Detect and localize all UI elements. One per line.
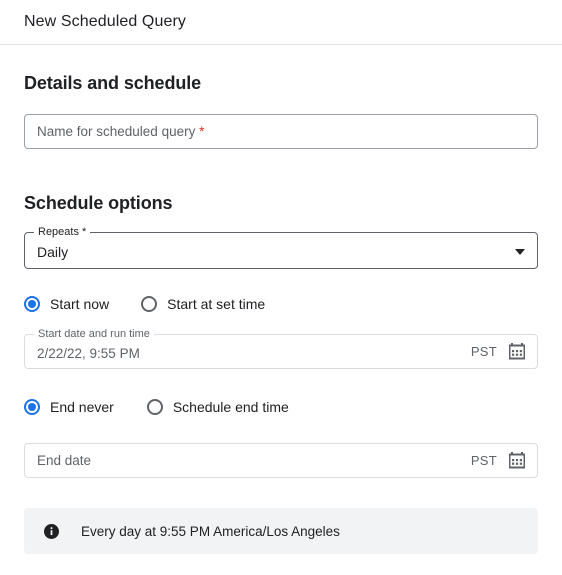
radio-end-never[interactable]: End never: [24, 399, 114, 415]
radio-start-now-indicator[interactable]: [24, 296, 40, 312]
scheduled-query-name-placeholder: Name for scheduled query *: [37, 124, 205, 139]
calendar-icon[interactable]: [509, 343, 525, 360]
radio-schedule-end-time-indicator[interactable]: [146, 399, 163, 415]
info-icon: [44, 523, 59, 539]
end-date-placeholder: End date: [37, 453, 92, 468]
radio-start-at-set-time-indicator[interactable]: [141, 296, 158, 312]
end-mode-radio-group: End never Schedule end time: [24, 399, 538, 415]
radio-schedule-end-time-label: Schedule end time: [172, 399, 289, 415]
radio-start-at-set-time-label: Start at set time: [167, 296, 266, 312]
radio-schedule-end-time[interactable]: Schedule end time: [146, 399, 289, 415]
radio-start-at-set-time[interactable]: Start at set time: [141, 296, 265, 312]
repeats-label: Repeats *: [34, 226, 91, 238]
chevron-down-icon[interactable]: [515, 249, 525, 255]
schedule-section-heading: Schedule options: [24, 193, 173, 213]
schedule-summary-banner: Every day at 9:55 PM America/Los Angeles: [24, 508, 538, 554]
radio-end-never-indicator[interactable]: [24, 399, 40, 415]
repeats-selected-value: Daily: [37, 244, 69, 260]
calendar-icon[interactable]: [509, 452, 525, 469]
schedule-summary-text: Every day at 9:55 PM America/Los Angeles: [81, 523, 340, 539]
end-date-timezone: PST: [470, 453, 497, 468]
end-date-input[interactable]: End date PST: [24, 443, 538, 478]
radio-end-never-label: End never: [50, 399, 114, 415]
start-date-value: 2/22/22, 9:55 PM: [37, 346, 140, 361]
radio-start-now[interactable]: Start now: [24, 296, 109, 312]
start-date-timezone: PST: [470, 344, 497, 359]
details-section-heading: Details and schedule: [24, 73, 202, 93]
start-date-and-run-time-input[interactable]: Start date and run time 2/22/22, 9:55 PM…: [24, 328, 538, 369]
start-mode-radio-group: Start now Start at set time: [24, 296, 538, 312]
scheduled-query-name-input[interactable]: Name for scheduled query *: [24, 114, 538, 149]
start-date-label: Start date and run time: [34, 328, 154, 340]
form-content: Details and schedule Name for scheduled …: [0, 45, 562, 554]
radio-start-now-label: Start now: [50, 296, 110, 312]
page-title: New Scheduled Query: [24, 13, 186, 30]
page-header: New Scheduled Query: [0, 0, 562, 45]
repeats-select[interactable]: Repeats * Daily: [24, 226, 538, 269]
required-asterisk: *: [199, 124, 205, 139]
